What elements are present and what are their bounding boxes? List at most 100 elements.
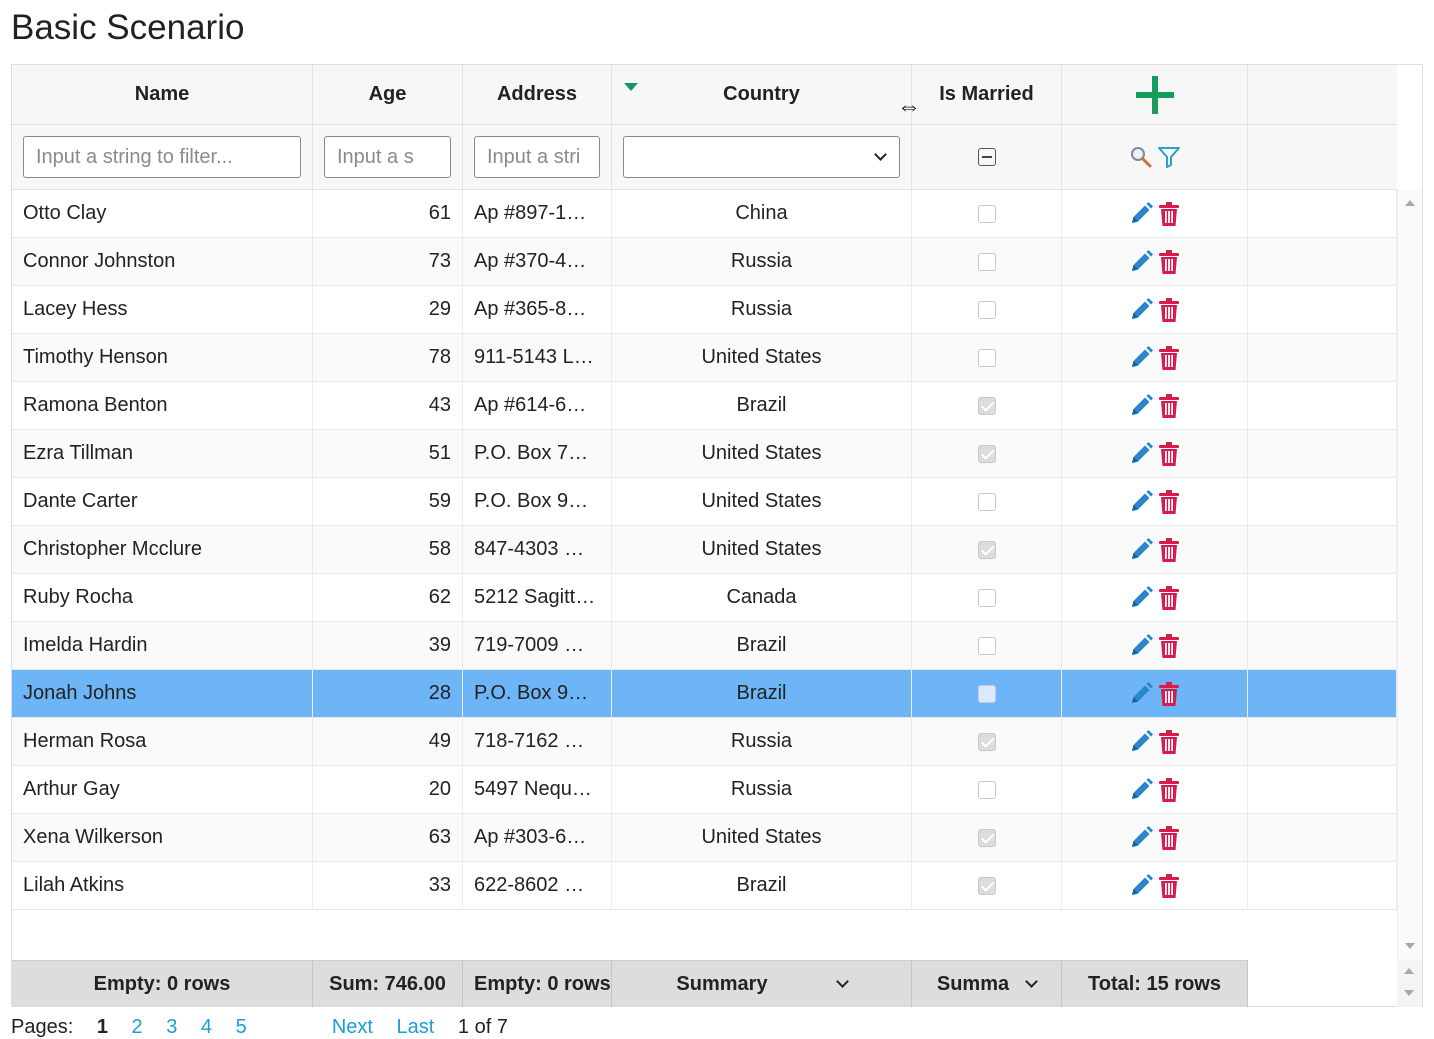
- header-is-married[interactable]: Is Married: [912, 65, 1062, 124]
- cell-country: Russia: [612, 766, 912, 813]
- cell-name: Xena Wilkerson: [12, 814, 313, 861]
- pager-page-4[interactable]: 4: [201, 1016, 212, 1038]
- cell-filler: [1248, 430, 1397, 477]
- pager-label: Pages:: [11, 1016, 74, 1038]
- age-filter-input[interactable]: [324, 136, 451, 178]
- delete-icon[interactable]: [1155, 776, 1183, 804]
- edit-icon[interactable]: [1127, 632, 1155, 660]
- table-row[interactable]: Timothy Henson 78 911-5143 L… United States: [12, 334, 1397, 382]
- edit-icon[interactable]: [1127, 200, 1155, 228]
- delete-icon[interactable]: [1155, 440, 1183, 468]
- scroll-up-icon[interactable]: [1405, 200, 1415, 206]
- cell-is-married: [912, 766, 1062, 813]
- header-country[interactable]: Country: [612, 65, 912, 124]
- delete-icon[interactable]: [1155, 584, 1183, 612]
- cell-address: 5497 Nequ…: [463, 766, 612, 813]
- table-row[interactable]: Jonah Johns 28 P.O. Box 9… Brazil: [12, 670, 1397, 718]
- table-row[interactable]: Arthur Gay 20 5497 Nequ… Russia: [12, 766, 1397, 814]
- scroll-up-icon[interactable]: [1404, 968, 1414, 974]
- married-filter-checkbox[interactable]: [977, 148, 996, 166]
- edit-icon[interactable]: [1127, 584, 1155, 612]
- pager-next[interactable]: Next: [332, 1016, 373, 1038]
- delete-icon[interactable]: [1155, 200, 1183, 228]
- grid-header: Name Age Address Country Is Married ⇔: [12, 65, 1397, 125]
- cell-address-text: Ap #303-6…: [474, 826, 587, 848]
- header-age[interactable]: Age: [313, 65, 463, 124]
- edit-icon[interactable]: [1127, 296, 1155, 324]
- cell-age: 29: [313, 286, 463, 333]
- table-row[interactable]: Ezra Tillman 51 P.O. Box 7… United States: [12, 430, 1397, 478]
- delete-icon[interactable]: [1155, 296, 1183, 324]
- table-row[interactable]: Ramona Benton 43 Ap #614-6… Brazil: [12, 382, 1397, 430]
- pager-page-5[interactable]: 5: [236, 1016, 247, 1038]
- cell-filler: [1248, 286, 1397, 333]
- edit-icon[interactable]: [1127, 392, 1155, 420]
- footer-country-summary[interactable]: Summary: [612, 961, 912, 1007]
- delete-icon[interactable]: [1155, 632, 1183, 660]
- table-row[interactable]: Xena Wilkerson 63 Ap #303-6… United States: [12, 814, 1397, 862]
- cell-address-text: 622-8602 …: [474, 874, 585, 896]
- edit-icon[interactable]: [1127, 440, 1155, 468]
- edit-icon[interactable]: [1127, 344, 1155, 372]
- summary-footer: Empty: 0 rows Sum: 746.00 Empty: 0 rows …: [12, 960, 1248, 1007]
- filter-icon[interactable]: [1155, 143, 1183, 171]
- pager-page-2[interactable]: 2: [132, 1016, 143, 1038]
- delete-icon[interactable]: [1155, 488, 1183, 516]
- table-row[interactable]: Herman Rosa 49 718-7162 … Russia: [12, 718, 1397, 766]
- cell-name: Ezra Tillman: [12, 430, 313, 477]
- country-filter-select[interactable]: [623, 136, 900, 178]
- name-filter-input[interactable]: [23, 136, 301, 178]
- edit-icon[interactable]: [1127, 680, 1155, 708]
- edit-icon[interactable]: [1127, 824, 1155, 852]
- table-row[interactable]: Christopher Mcclure 58 847-4303 … United St…: [12, 526, 1397, 574]
- delete-icon[interactable]: [1155, 536, 1183, 564]
- scroll-down-icon[interactable]: [1405, 943, 1415, 949]
- delete-icon[interactable]: [1155, 344, 1183, 372]
- cell-country: Canada: [612, 574, 912, 621]
- cell-country: United States: [612, 334, 912, 381]
- edit-icon[interactable]: [1127, 776, 1155, 804]
- table-row[interactable]: Imelda Hardin 39 719-7009 … Brazil: [12, 622, 1397, 670]
- edit-icon[interactable]: [1127, 536, 1155, 564]
- cell-address-text: 719-7009 …: [474, 634, 585, 656]
- pager-page-3[interactable]: 3: [166, 1016, 177, 1038]
- delete-icon[interactable]: [1155, 872, 1183, 900]
- edit-icon[interactable]: [1127, 488, 1155, 516]
- table-row[interactable]: Otto Clay 61 Ap #897-1… China: [12, 190, 1397, 238]
- cell-age: 63: [313, 814, 463, 861]
- add-icon[interactable]: [1135, 75, 1174, 114]
- cell-address: Ap #897-1…: [463, 190, 612, 237]
- delete-icon[interactable]: [1155, 248, 1183, 276]
- table-row[interactable]: Lacey Hess 29 Ap #365-8… Russia: [12, 286, 1397, 334]
- cell-country: Russia: [612, 238, 912, 285]
- vertical-scrollbar[interactable]: [1397, 190, 1422, 960]
- pager-last[interactable]: Last: [397, 1016, 435, 1038]
- cell-filler: [1248, 574, 1397, 621]
- edit-icon[interactable]: [1127, 728, 1155, 756]
- cell-name: Ramona Benton: [12, 382, 313, 429]
- grid-body: Otto Clay 61 Ap #897-1… China Connor Johnsto…: [12, 190, 1397, 960]
- footer-scrollbar[interactable]: [1397, 960, 1422, 1007]
- cell-filler: [1248, 526, 1397, 573]
- delete-icon[interactable]: [1155, 392, 1183, 420]
- table-row[interactable]: Connor Johnston 73 Ap #370-4… Russia: [12, 238, 1397, 286]
- scroll-down-icon[interactable]: [1404, 990, 1414, 996]
- cell-actions: [1062, 814, 1248, 861]
- table-row[interactable]: Lilah Atkins 33 622-8602 … Brazil: [12, 862, 1397, 910]
- cell-filler: [1248, 478, 1397, 525]
- table-row[interactable]: Ruby Rocha 62 5212 Sagitt… Canada: [12, 574, 1397, 622]
- delete-icon[interactable]: [1155, 680, 1183, 708]
- footer-married-summary[interactable]: Summa: [912, 961, 1062, 1007]
- delete-icon[interactable]: [1155, 824, 1183, 852]
- cell-actions: [1062, 718, 1248, 765]
- delete-icon[interactable]: [1155, 728, 1183, 756]
- search-icon[interactable]: [1127, 143, 1155, 171]
- table-row[interactable]: Dante Carter 59 P.O. Box 9… United States: [12, 478, 1397, 526]
- married-checkbox: [977, 492, 996, 511]
- header-address[interactable]: Address: [463, 65, 612, 124]
- address-filter-input[interactable]: [474, 136, 600, 178]
- header-name[interactable]: Name: [12, 65, 313, 124]
- cell-age: 43: [313, 382, 463, 429]
- edit-icon[interactable]: [1127, 248, 1155, 276]
- edit-icon[interactable]: [1127, 872, 1155, 900]
